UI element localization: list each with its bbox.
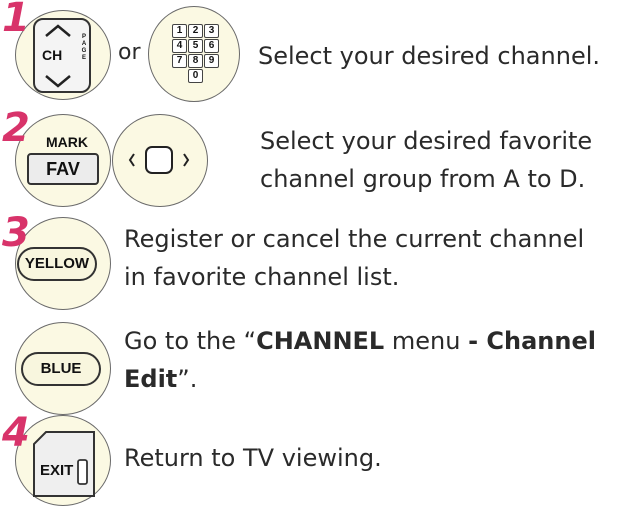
step-number-1: 1 [2, 0, 30, 41]
step-3-line-2: in favorite channel list. [124, 263, 400, 291]
blue-key[interactable]: BLUE [21, 352, 101, 386]
num-key-2[interactable]: 2 [188, 24, 203, 38]
step-number-4: 4 [2, 410, 30, 456]
step-1-description: Select your desired channel. [258, 42, 600, 70]
step-3-description: Register or cancel the current channel i… [124, 220, 584, 296]
chevron-up-icon [45, 24, 71, 37]
number-keypad[interactable]: 1 2 3 4 5 6 7 8 9 0 [172, 24, 228, 88]
step-blue-description: Go to the “CHANNEL menu - Channel Edit”. [124, 322, 596, 398]
mark-label: MARK [46, 134, 88, 150]
step-2-description: Select your desired favorite channel gro… [260, 122, 592, 198]
num-key-4[interactable]: 4 [172, 39, 187, 53]
num-key-1[interactable]: 1 [172, 24, 187, 38]
step-blue-line-2: Edit”. [124, 365, 198, 393]
step-blue-line-1: Go to the “CHANNEL menu - Channel [124, 327, 596, 355]
num-key-6[interactable]: 6 [204, 39, 219, 53]
step-3-line-1: Register or cancel the current channel [124, 225, 585, 253]
exit-key[interactable]: EXIT [32, 430, 96, 498]
step-2-line-2: channel group from A to D. [260, 165, 586, 193]
num-key-8[interactable]: 8 [188, 54, 203, 68]
or-label: or [118, 40, 141, 65]
step-number-3: 3 [2, 210, 30, 256]
page-key-label: PAGE [81, 34, 87, 61]
arrow-pad-icon[interactable] [123, 131, 195, 189]
num-key-9[interactable]: 9 [204, 54, 219, 68]
num-key-0[interactable]: 0 [188, 69, 203, 83]
num-key-5[interactable]: 5 [188, 39, 203, 53]
ch-key-label: CH [42, 47, 63, 63]
step-2-line-1: Select your desired favorite [260, 127, 593, 155]
fav-key[interactable]: FAV [27, 153, 99, 185]
exit-key-label: EXIT [40, 462, 74, 479]
chevron-down-icon [45, 75, 71, 88]
yellow-key[interactable]: YELLOW [17, 247, 97, 281]
step-number-2: 2 [2, 105, 30, 151]
step-4-description: Return to TV viewing. [124, 444, 382, 472]
num-key-7[interactable]: 7 [172, 54, 187, 68]
num-key-3[interactable]: 3 [204, 24, 219, 38]
ch-key[interactable]: CH PAGE [33, 18, 91, 93]
